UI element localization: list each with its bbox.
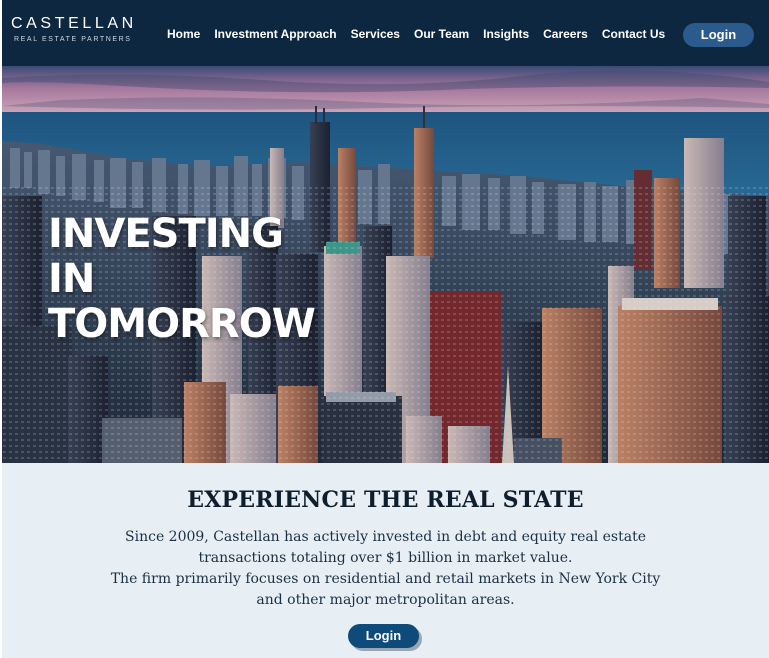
intro-section: EXPERIENCE THE REAL STATE Since 2009, Ca… [2, 463, 769, 658]
main-menu: Home Investment Approach Services Our Te… [167, 26, 679, 42]
login-button-nav[interactable]: Login [683, 23, 754, 47]
intro-line: The firm primarily focuses on residentia… [110, 571, 661, 587]
section-heading: EXPERIENCE THE REAL STATE [187, 487, 584, 513]
intro-line: Since 2009, Castellan has actively inves… [125, 529, 646, 545]
nav-link-home[interactable]: Home [167, 26, 200, 42]
hero-title-line: INVESTING [48, 211, 284, 257]
hero-title-line: TOMORROW [48, 301, 316, 347]
nav-link-careers[interactable]: Careers [543, 26, 588, 42]
nav-link-contact-us[interactable]: Contact Us [602, 26, 665, 42]
intro-line: and other major metropolitan areas. [256, 592, 515, 608]
page: CASTELLAN REAL ESTATE PARTNERS Home Inve… [2, 0, 769, 658]
brand-tagline: REAL ESTATE PARTNERS [14, 36, 132, 43]
nav-link-services[interactable]: Services [351, 26, 400, 42]
nav-link-investment-approach[interactable]: Investment Approach [214, 26, 336, 42]
nav-link-our-team[interactable]: Our Team [414, 26, 469, 42]
brand-name: CASTELLAN [11, 15, 137, 32]
brand-logo[interactable]: CASTELLAN REAL ESTATE PARTNERS [11, 15, 137, 43]
nav-link-insights[interactable]: Insights [483, 26, 529, 42]
hero-title-line: IN [48, 256, 95, 302]
intro-paragraph: Since 2009, Castellan has actively inves… [2, 527, 769, 611]
top-navbar: CASTELLAN REAL ESTATE PARTNERS Home Inve… [2, 0, 769, 66]
login-button-cta[interactable]: Login [348, 624, 419, 648]
intro-line: transactions totaling over $1 billion in… [198, 550, 573, 566]
hero-banner: INVESTING IN TOMORROW [2, 66, 769, 463]
hero-title: INVESTING IN TOMORROW [48, 211, 316, 347]
